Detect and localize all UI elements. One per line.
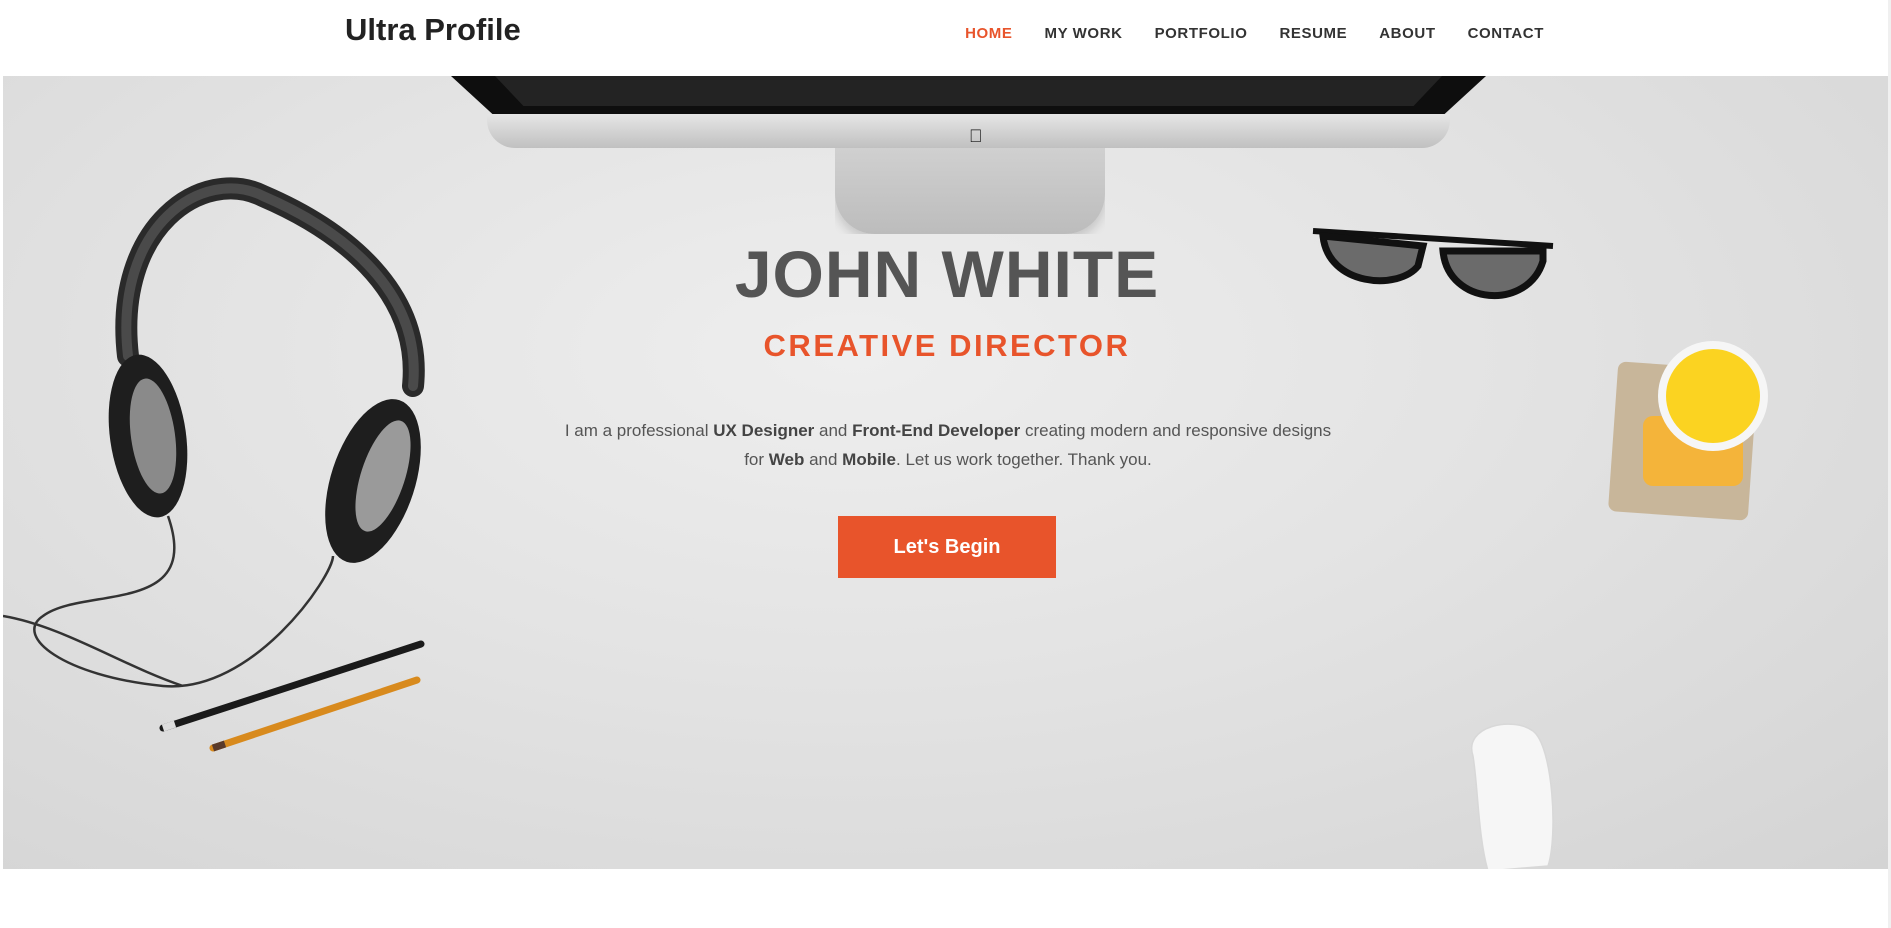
- hero-section:  JOHN WHITE CREATIVE DIRECTOR I am a: [3, 76, 1891, 869]
- desc-text-4: and: [804, 450, 843, 469]
- desc-text-5: . Let us work together. Thank you.: [896, 450, 1152, 469]
- headphones-image: [3, 177, 425, 688]
- desc-bold-mobile: Mobile: [842, 450, 896, 469]
- monitor-display: [495, 76, 1442, 106]
- lets-begin-button[interactable]: Let's Begin: [838, 516, 1056, 578]
- brand-logo[interactable]: Ultra Profile: [345, 12, 521, 48]
- nav-item-contact[interactable]: CONTACT: [1468, 25, 1544, 42]
- mouse-image: [1470, 723, 1554, 869]
- hero-job-title: CREATIVE DIRECTOR: [763, 328, 1131, 363]
- hero-description: I am a professional UX Designer and Fron…: [553, 416, 1343, 474]
- monitor-stand: [835, 148, 1105, 234]
- nav-item-my-work[interactable]: MY WORK: [1044, 25, 1122, 42]
- desc-text-2: and: [814, 421, 853, 440]
- nav-item-resume[interactable]: RESUME: [1279, 25, 1347, 42]
- nav-item-home[interactable]: HOME: [965, 25, 1012, 42]
- hero-name: JOHN WHITE: [734, 237, 1160, 311]
- desc-bold-ux-designer: UX Designer: [713, 421, 815, 440]
- nav-item-portfolio[interactable]: PORTFOLIO: [1155, 25, 1248, 42]
- desc-text-1: I am a professional: [564, 421, 714, 440]
- pencils-image: [159, 640, 425, 752]
- navbar: Ultra Profile HOME MY WORK PORTFOLIO RES…: [0, 0, 1891, 76]
- desc-bold-web: Web: [768, 450, 805, 469]
- nav-item-about[interactable]: ABOUT: [1379, 25, 1435, 42]
- desc-bold-front-end: Front-End Developer: [852, 421, 1021, 440]
- apple-icon: : [969, 126, 983, 147]
- main-nav: HOME MY WORK PORTFOLIO RESUME ABOUT CONT…: [965, 25, 1544, 42]
